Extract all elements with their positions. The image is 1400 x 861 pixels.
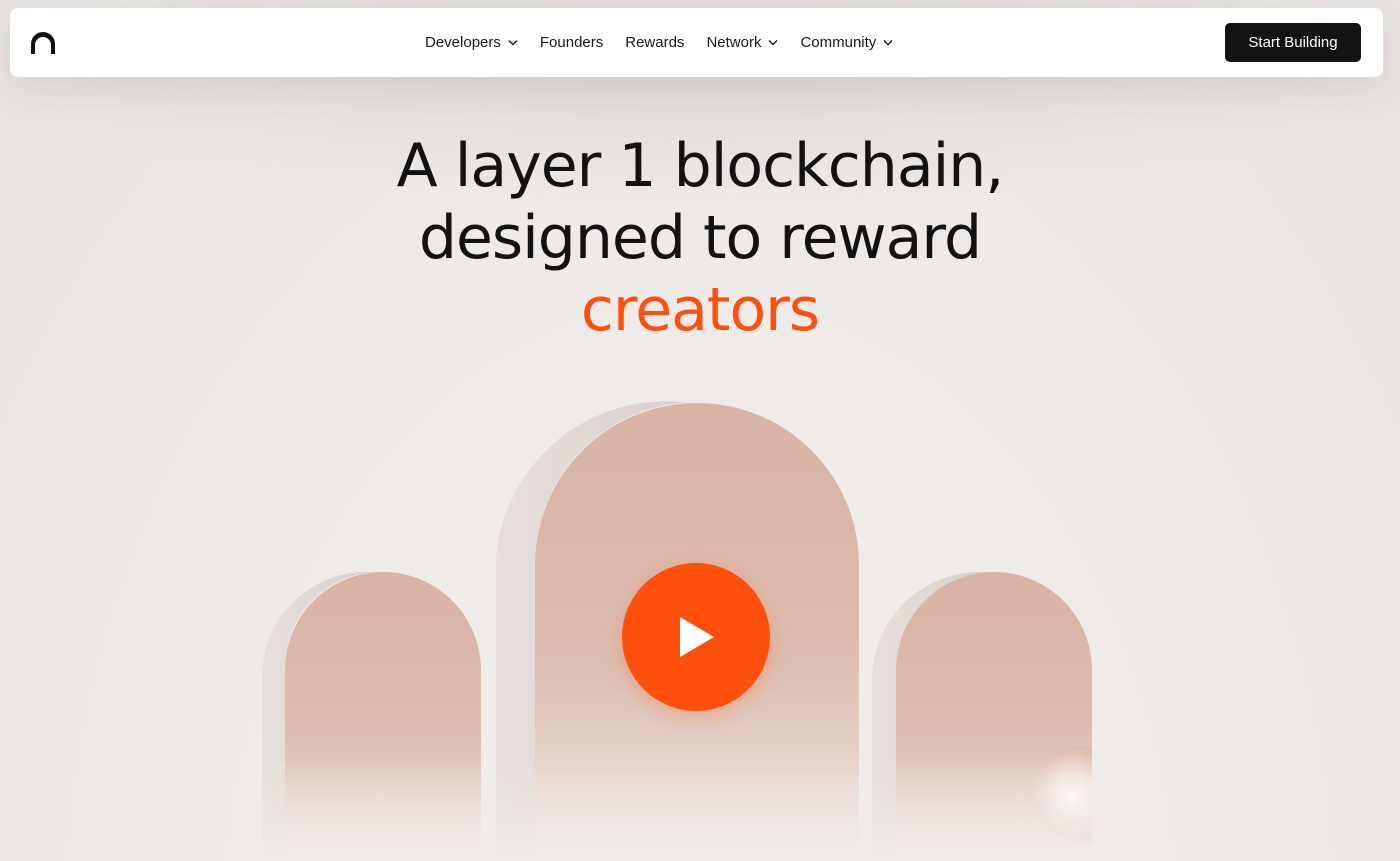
hero-arches-illustration <box>240 401 1152 861</box>
play-video-button[interactable] <box>622 563 770 711</box>
play-icon <box>680 617 714 657</box>
